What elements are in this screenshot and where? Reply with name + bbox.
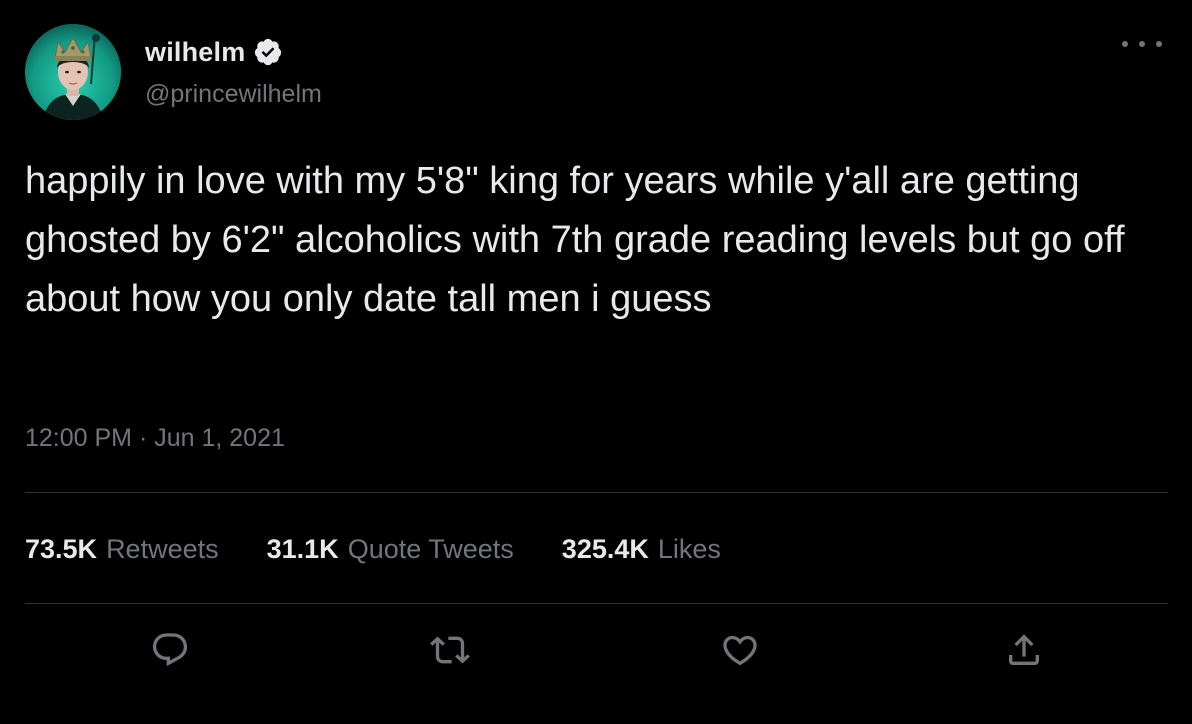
retweets-label: Retweets bbox=[106, 534, 219, 564]
tweet-card: wilhelm @princewilhelm happily in love w… bbox=[0, 0, 1192, 724]
quote-tweets-label: Quote Tweets bbox=[347, 534, 514, 564]
display-name[interactable]: wilhelm bbox=[145, 37, 245, 68]
divider bbox=[25, 603, 1168, 604]
quote-tweets-count: 31.1K bbox=[266, 534, 339, 564]
share-icon bbox=[1009, 634, 1039, 665]
likes-label: Likes bbox=[657, 534, 721, 564]
user-handle[interactable]: @princewilhelm bbox=[145, 80, 322, 109]
retweet-button[interactable] bbox=[428, 628, 472, 672]
engagement-stats: 73.5K Retweets 31.1K Quote Tweets 325.4K… bbox=[25, 534, 769, 565]
share-button[interactable] bbox=[1002, 628, 1046, 672]
display-name-row: wilhelm bbox=[145, 34, 283, 70]
likes-count: 325.4K bbox=[561, 534, 649, 564]
more-dot bbox=[1139, 41, 1145, 47]
divider bbox=[25, 492, 1168, 493]
more-dot bbox=[1122, 41, 1128, 47]
tweet-timestamp[interactable]: 12:00 PM · Jun 1, 2021 bbox=[25, 424, 285, 453]
retweets-stat[interactable]: 73.5K Retweets bbox=[25, 534, 219, 565]
action-bar bbox=[0, 628, 1192, 678]
more-options-icon[interactable] bbox=[1122, 32, 1162, 56]
retweet-icon bbox=[430, 636, 470, 664]
likes-stat[interactable]: 325.4K Likes bbox=[562, 534, 721, 565]
like-button[interactable] bbox=[718, 628, 762, 672]
reply-button[interactable] bbox=[148, 628, 192, 672]
more-dot bbox=[1156, 41, 1162, 47]
heart-icon bbox=[723, 635, 757, 666]
retweets-count: 73.5K bbox=[25, 534, 98, 564]
reply-icon bbox=[152, 633, 188, 667]
verified-badge-icon bbox=[255, 38, 282, 66]
quote-tweets-stat[interactable]: 31.1K Quote Tweets bbox=[267, 534, 514, 565]
avatar-image bbox=[25, 24, 121, 120]
tweet-text: happily in love with my 5'8" king for ye… bbox=[25, 160, 1136, 320]
avatar[interactable] bbox=[25, 24, 121, 120]
